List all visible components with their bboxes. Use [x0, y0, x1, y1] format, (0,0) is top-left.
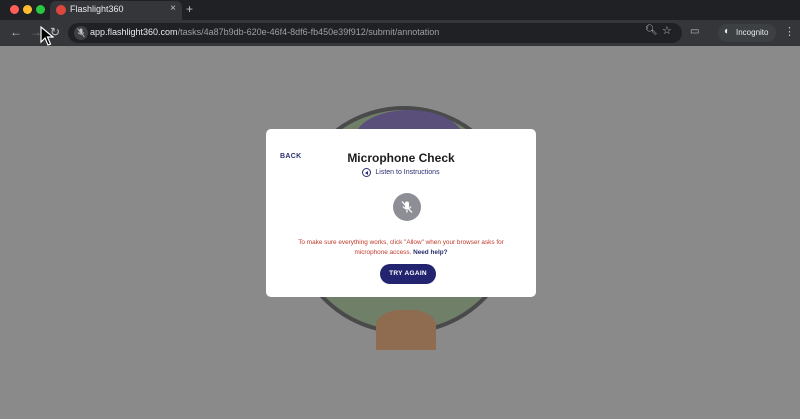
- tab-flashlight360[interactable]: Flashlight360 ×: [50, 1, 182, 20]
- url-host: app.flashlight360.com: [90, 27, 178, 37]
- close-window-button[interactable]: [10, 5, 19, 14]
- permission-message: To make sure everything works, click "Al…: [296, 238, 506, 258]
- cast-icon[interactable]: ▭: [690, 26, 699, 37]
- incognito-icon: ◐: [724, 26, 731, 37]
- microphone-check-modal: BACK Microphone Check Listen to Instruct…: [266, 129, 536, 297]
- modal-title: Microphone Check: [347, 151, 455, 165]
- mouse-cursor-icon: [40, 26, 54, 46]
- new-tab-button[interactable]: +: [186, 2, 193, 16]
- tab-bar: Flashlight360 × +: [0, 0, 800, 20]
- maximize-window-button[interactable]: [36, 5, 45, 14]
- bookmark-star-icon[interactable]: ☆: [662, 24, 672, 37]
- try-again-button[interactable]: TRY AGAIN: [380, 264, 436, 284]
- speaker-icon: [362, 168, 372, 177]
- need-help-link[interactable]: Need help?: [413, 249, 447, 256]
- listen-instructions-label: Listen to Instructions: [375, 169, 440, 176]
- illustration-figure-bottom: [376, 310, 436, 350]
- tab-title: Flashlight360: [70, 4, 124, 14]
- incognito-badge[interactable]: ◐ Incognito: [718, 24, 776, 42]
- mic-off-icon: [393, 193, 421, 221]
- browser-window: Flashlight360 × + ← → ↻ app.flashlight36…: [0, 0, 800, 419]
- url-path: /tasks/4a87b9db-620e-46f4-8df6-fb450e39f…: [177, 27, 440, 37]
- browser-menu-icon[interactable]: ⋮: [784, 25, 795, 38]
- url-text[interactable]: app.flashlight360.com/tasks/4a87b9db-620…: [90, 27, 439, 37]
- mic-blocked-icon[interactable]: [74, 26, 88, 40]
- listen-instructions-link[interactable]: Listen to Instructions: [266, 168, 536, 177]
- incognito-label: Incognito: [736, 28, 769, 37]
- tab-close-icon[interactable]: ×: [170, 3, 176, 14]
- minimize-window-button[interactable]: [23, 5, 32, 14]
- address-bar[interactable]: app.flashlight360.com/tasks/4a87b9db-620…: [68, 23, 682, 43]
- zoom-icon[interactable]: 🔍︎: [645, 25, 658, 36]
- favicon-icon: [56, 5, 66, 15]
- page-content: BACK Microphone Check Listen to Instruct…: [0, 46, 800, 419]
- toolbar: ← → ↻ app.flashlight360.com/tasks/4a87b9…: [0, 20, 800, 46]
- permission-message-text: To make sure everything works, click "Al…: [298, 239, 504, 256]
- back-arrow-icon[interactable]: ←: [10, 25, 22, 39]
